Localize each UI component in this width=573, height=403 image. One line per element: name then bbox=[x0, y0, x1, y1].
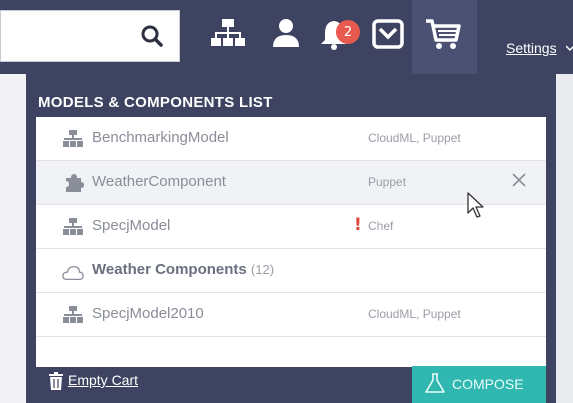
top-bar: 2 Settings bbox=[0, 0, 573, 74]
item-name: SpecjModel2010 bbox=[92, 305, 204, 322]
inbox-icon[interactable] bbox=[370, 16, 406, 52]
cloud-icon bbox=[62, 265, 84, 281]
empty-cart-link[interactable]: Empty Cart bbox=[68, 372, 138, 388]
mouse-cursor-icon bbox=[467, 192, 484, 218]
model-icon bbox=[63, 306, 83, 323]
item-tags: Puppet bbox=[368, 175, 407, 189]
group-count: (12) bbox=[250, 262, 275, 277]
page-background bbox=[0, 74, 26, 403]
user-icon[interactable] bbox=[268, 16, 304, 52]
item-tags: CloudML, Puppet bbox=[368, 131, 461, 145]
chevron-down-icon[interactable] bbox=[566, 44, 573, 52]
item-name: SpecjModel bbox=[92, 217, 171, 234]
list-item[interactable]: SpecjModel2010 CloudML, Puppet bbox=[36, 293, 546, 337]
cart-tab[interactable] bbox=[412, 0, 477, 74]
warning-icon: ! bbox=[354, 215, 362, 235]
panel-footer: Empty Cart COMPOSE bbox=[36, 366, 546, 403]
cart-icon[interactable] bbox=[424, 16, 462, 52]
search-box[interactable] bbox=[0, 10, 180, 62]
notification-badge: 2 bbox=[336, 20, 360, 44]
model-icon bbox=[63, 130, 83, 147]
model-icon bbox=[63, 218, 83, 235]
settings-link[interactable]: Settings bbox=[506, 40, 557, 56]
close-icon[interactable] bbox=[510, 171, 528, 189]
models-components-list: BenchmarkingModel CloudML, Puppet Weathe… bbox=[36, 117, 546, 367]
trash-icon[interactable] bbox=[48, 372, 64, 390]
list-item[interactable]: BenchmarkingModel CloudML, Puppet bbox=[36, 117, 546, 161]
list-item[interactable]: Weather Components (12) bbox=[36, 249, 546, 293]
group-name: Weather Components (12) bbox=[92, 261, 275, 278]
item-name: WeatherComponent bbox=[92, 173, 226, 190]
compose-button[interactable]: COMPOSE bbox=[412, 366, 546, 403]
flask-icon bbox=[425, 373, 445, 393]
search-icon[interactable] bbox=[139, 23, 165, 49]
sitemap-icon[interactable] bbox=[210, 16, 246, 52]
item-tags: CloudML, Puppet bbox=[368, 307, 461, 321]
item-tags: Chef bbox=[368, 219, 394, 233]
item-name: BenchmarkingModel bbox=[92, 129, 229, 146]
component-icon bbox=[66, 174, 84, 192]
compose-label: COMPOSE bbox=[452, 376, 524, 392]
panel-title: MODELS & COMPONENTS LIST bbox=[38, 94, 273, 111]
cart-dropdown-panel: MODELS & COMPONENTS LIST BenchmarkingMod… bbox=[26, 74, 556, 403]
